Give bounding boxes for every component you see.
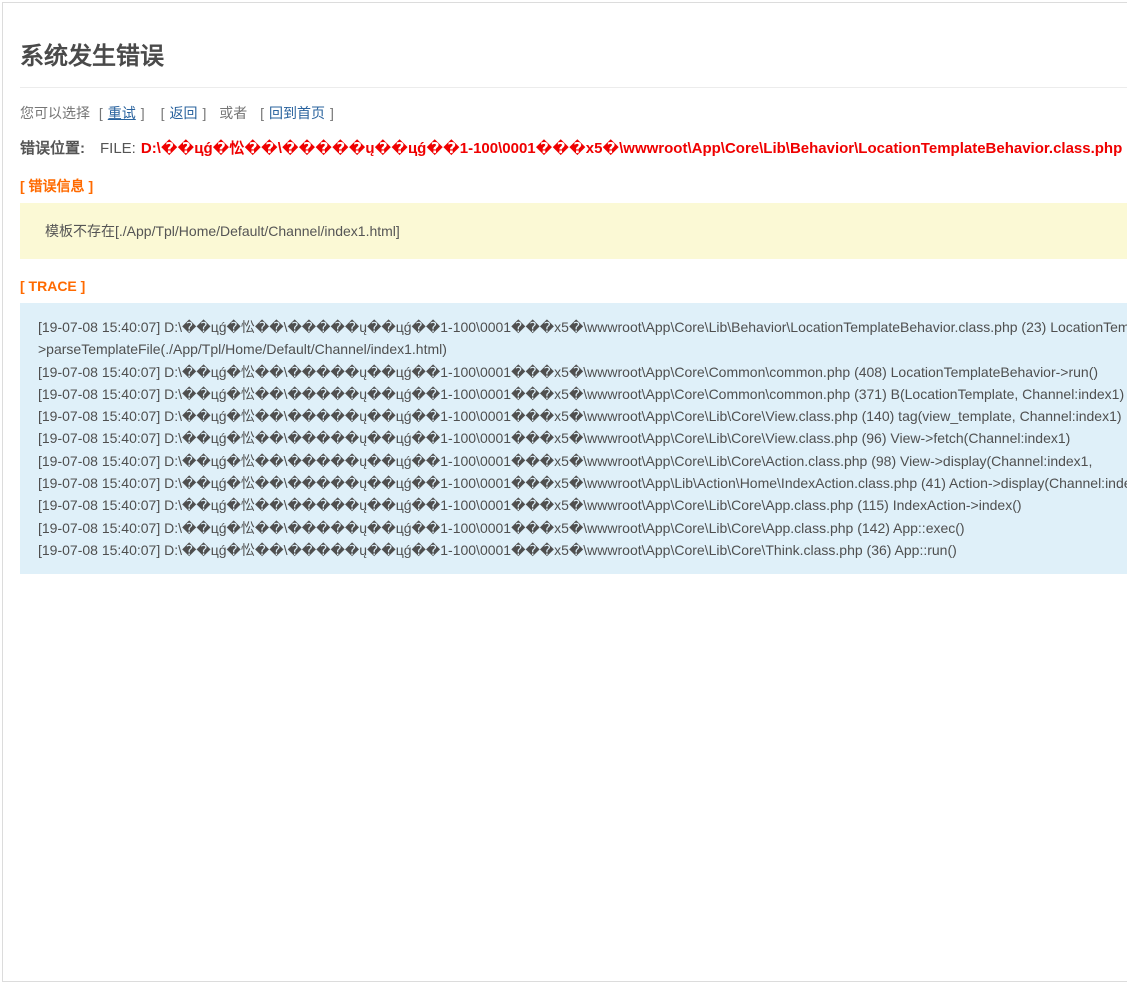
conjunction-text: 或者 [219, 105, 247, 121]
bracket-open: [ [99, 105, 103, 121]
error-location-label: 错误位置: [20, 140, 85, 157]
trace-line: [19-07-08 15:40:07] D:\��цǵ�忪��\�����ų��… [38, 427, 1127, 449]
error-file-path: D:\��цǵ�忪��\�����ų��цǵ��1-100\0001���x5�… [141, 140, 1122, 157]
error-message-text: 模板不存在[./App/Tpl/Home/Default/Channel/ind… [45, 223, 400, 239]
trace-line: [19-07-08 15:40:07] D:\��цǵ�忪��\�����ų��… [38, 361, 1127, 383]
choose-prefix-text: 您可以选择 [20, 105, 90, 121]
trace-header: [ TRACE ] [20, 278, 1127, 294]
action-links-row: 您可以选择 [重试] [返回] 或者 [回到首页] [20, 104, 1127, 122]
error-message-box: 模板不存在[./App/Tpl/Home/Default/Channel/ind… [20, 203, 1127, 259]
trace-line: [19-07-08 15:40:07] D:\��цǵ�忪��\�����ų��… [38, 472, 1127, 494]
error-info-header: [ 错误信息 ] [20, 178, 1127, 194]
back-link[interactable]: 返回 [169, 105, 197, 121]
bracket-open: [ [161, 105, 165, 121]
file-label: FILE: [100, 140, 136, 157]
trace-line: [19-07-08 15:40:07] D:\��цǵ�忪��\�����ų��… [38, 316, 1127, 338]
bracket-close: ] [141, 105, 145, 121]
trace-line: [19-07-08 15:40:07] D:\��цǵ�忪��\�����ų��… [38, 405, 1127, 427]
bracket-open: [ [260, 105, 264, 121]
home-link[interactable]: 回到首页 [269, 105, 325, 121]
error-page-panel: 系统发生错误 您可以选择 [重试] [返回] 或者 [回到首页] 错误位置:FI… [2, 2, 1127, 982]
trace-line: >parseTemplateFile(./App/Tpl/Home/Defaul… [38, 338, 1127, 360]
trace-line: [19-07-08 15:40:07] D:\��цǵ�忪��\�����ų��… [38, 494, 1127, 516]
error-location-row: 错误位置: FILE: D:\��цǵ�忪��\�����ų��цǵ��1-100\… [20, 139, 1127, 159]
page-title: 系统发生错误 [20, 41, 1127, 88]
bracket-close: ] [330, 105, 334, 121]
trace-box: [19-07-08 15:40:07] D:\��цǵ�忪��\�����ų��… [20, 303, 1127, 574]
trace-line: [19-07-08 15:40:07] D:\��цǵ�忪��\�����ų��… [38, 383, 1127, 405]
retry-link[interactable]: 重试 [108, 105, 136, 121]
bracket-close: ] [202, 105, 206, 121]
trace-line: [19-07-08 15:40:07] D:\��цǵ�忪��\�����ų��… [38, 450, 1127, 472]
trace-line: [19-07-08 15:40:07] D:\��цǵ�忪��\�����ų��… [38, 539, 1127, 561]
